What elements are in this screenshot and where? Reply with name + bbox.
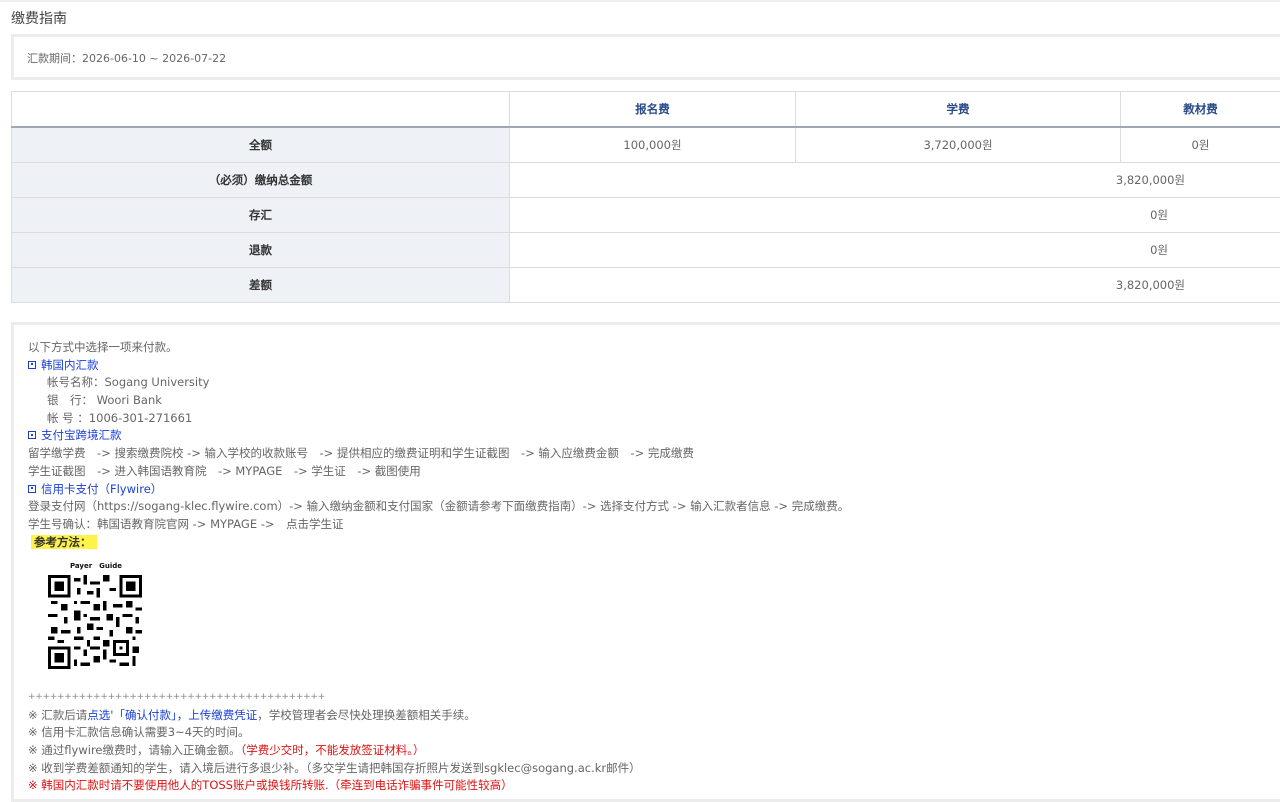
row-label-full-amount: 全额 xyxy=(12,127,510,163)
alipay-student-id-steps: 学生证截图 -> 进入韩国语教育院 -> MYPAGE -> 学生证 -> 截图… xyxy=(28,463,849,481)
tuition-value: 3,720,000원 xyxy=(796,127,1121,163)
flywire-heading: 信用卡支付（Flywire） xyxy=(28,481,849,499)
payment-period: 汇款期间：2026-06-10 ~ 2026-07-22 xyxy=(27,50,226,66)
qr-code-icon xyxy=(48,575,142,669)
guide-intro: 以下方式中选择一项来付款。 xyxy=(28,339,849,357)
payer-guide-qr: Payer Guide xyxy=(48,561,148,672)
alipay-heading: 支付宝跨境汇款 xyxy=(28,427,849,445)
row-label-difference: 差额 xyxy=(12,268,510,303)
table-row: 全额 100,000원 3,720,000원 0원 xyxy=(12,127,1280,163)
square-bullet-icon xyxy=(28,485,36,493)
header-application-fee: 报名费 xyxy=(510,92,796,128)
note-toss-warning: ※ 韩国内汇款时请不要使用他人的TOSS账户或换钱所转账.（牵连到电话诈骗事件可… xyxy=(28,777,641,795)
notes-divider: ++++++++++++++++++++++++++++++++++++++++… xyxy=(28,689,641,707)
note3-warning: （学费少交时，不能发放签证材料。） xyxy=(241,743,425,757)
row-label-refund: 退款 xyxy=(12,233,510,268)
header-tuition: 学费 xyxy=(796,92,1121,128)
flywire-steps: 登录支付网（https://sogang-klec.flywire.com）->… xyxy=(28,498,849,516)
table-row: 退款 0원 xyxy=(12,233,1280,268)
application-fee-value: 100,000원 xyxy=(510,127,796,163)
header-textbook-fee: 教材费 xyxy=(1121,92,1280,128)
korea-transfer-heading: 韩国内汇款 xyxy=(28,357,849,375)
row-label-deposit: 存汇 xyxy=(12,198,510,233)
table-row: 差额 3,820,000원 xyxy=(12,268,1280,303)
note-card-confirmation: ※ 信用卡汇款信息确认需要3~4天的时间。 xyxy=(28,724,641,742)
qr-title: Payer Guide xyxy=(48,561,144,571)
alipay-title: 支付宝跨境汇款 xyxy=(41,428,122,442)
table-row: 存汇 0원 xyxy=(12,198,1280,233)
page-title: 缴费指南 xyxy=(11,8,67,28)
fee-table-header: 报名费 学费 教材费 xyxy=(12,92,1280,128)
note-difference-settlement: ※ 收到学费差额通知的学生，请入境后进行多退少补。（多交学生请把韩国存折照片发送… xyxy=(28,760,641,778)
note1-highlight: 点选'「确认付款」，上传缴费凭证 xyxy=(87,708,257,722)
payment-guide-box: 以下方式中选择一项来付款。 韩国内汇款 帐号名称：Sogang Universi… xyxy=(11,322,1280,802)
square-bullet-icon xyxy=(28,361,36,369)
total-due-value: 3,820,000원 xyxy=(510,163,1280,198)
flywire-student-id-steps: 学生号确认：韩国语教育院官网 -> MYPAGE -> 点击学生证 xyxy=(28,516,849,534)
square-bullet-icon xyxy=(28,431,36,439)
alipay-steps: 留学缴学费 -> 搜索缴费院校 -> 输入学校的收款账号 -> 提供相应的缴费证… xyxy=(28,445,849,463)
reference-line: 参考方法： xyxy=(28,534,849,552)
flywire-title: 信用卡支付（Flywire） xyxy=(41,482,162,496)
account-name: 帐号名称：Sogang University xyxy=(28,374,849,392)
row-label-total-due: （必须）缴纳总金额 xyxy=(12,163,510,198)
note3-prefix: ※ 通过flywire缴费时，请输入正确金额。 xyxy=(28,743,241,757)
payment-guide-content: 以下方式中选择一项来付款。 韩国内汇款 帐号名称：Sogang Universi… xyxy=(28,339,849,551)
note-flywire-amount: ※ 通过flywire缴费时，请输入正确金额。（学费少交时，不能发放签证材料。） xyxy=(28,742,641,760)
account-number: 帐 号 ：1006-301-271661 xyxy=(28,410,849,428)
notes-section: ++++++++++++++++++++++++++++++++++++++++… xyxy=(28,689,641,795)
textbook-fee-value: 0원 xyxy=(1121,127,1280,163)
bank-name: 银 行： Woori Bank xyxy=(28,392,849,410)
note1-prefix: ※ 汇款后请 xyxy=(28,708,87,722)
top-divider xyxy=(0,0,1280,2)
deposit-value: 0원 xyxy=(510,198,1280,233)
korea-transfer-title: 韩国内汇款 xyxy=(41,358,99,372)
difference-value: 3,820,000원 xyxy=(510,268,1280,303)
payment-period-box: 汇款期间：2026-06-10 ~ 2026-07-22 xyxy=(11,34,1280,80)
note-upload-proof: ※ 汇款后请点选'「确认付款」，上传缴费凭证，学校管理者会尽快处理换差额相关手续… xyxy=(28,707,641,725)
note1-suffix: ，学校管理者会尽快处理换差额相关手续。 xyxy=(257,708,476,722)
reference-label: 参考方法： xyxy=(31,535,97,549)
refund-value: 0원 xyxy=(510,233,1280,268)
header-empty xyxy=(12,92,510,128)
table-row: （必须）缴纳总金额 3,820,000원 xyxy=(12,163,1280,198)
fee-table: 报名费 学费 教材费 全额 100,000원 3,720,000원 0원 （必须… xyxy=(11,91,1280,303)
